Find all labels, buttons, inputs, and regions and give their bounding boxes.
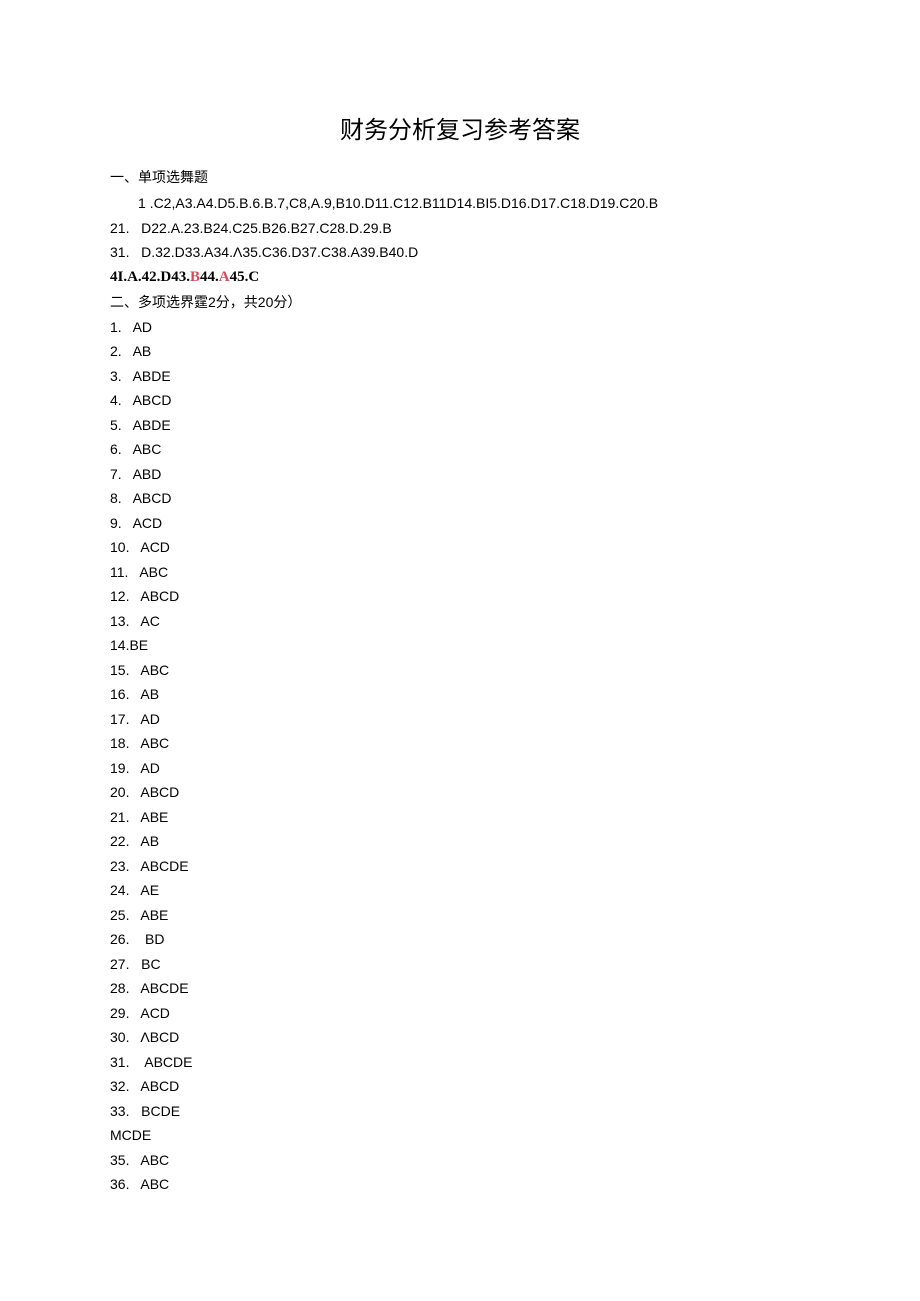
bold-text-red: A bbox=[219, 269, 230, 285]
answer-item: 35. ABC bbox=[110, 1148, 810, 1173]
section1-line: 1 .C2,A3.A4.D5.B.6.B.7,C8,A.9,B10.D11.C1… bbox=[110, 191, 810, 216]
answer-item: 16. AB bbox=[110, 682, 810, 707]
answer-item: 1. AD bbox=[110, 315, 810, 340]
bold-text-red: B bbox=[190, 269, 200, 285]
answer-item: 13. AC bbox=[110, 609, 810, 634]
answer-item: 20. ABCD bbox=[110, 780, 810, 805]
section2-header: 二、多项选界霆2分，共20分） bbox=[110, 290, 810, 315]
answer-item: 18. ABC bbox=[110, 731, 810, 756]
bold-text: 4I.A.42.D43. bbox=[110, 269, 190, 285]
answer-item: 27. BC bbox=[110, 952, 810, 977]
answer-item: 14.BE bbox=[110, 633, 810, 658]
answer-item: 10. ACD bbox=[110, 535, 810, 560]
answer-item: 22. AB bbox=[110, 829, 810, 854]
answer-item: 15. ABC bbox=[110, 658, 810, 683]
answer-item: 2. AB bbox=[110, 339, 810, 364]
answer-item: 26. BD bbox=[110, 927, 810, 952]
answer-item: 6. ABC bbox=[110, 437, 810, 462]
answer-item: 36. ABC bbox=[110, 1172, 810, 1197]
answer-item: 8. ABCD bbox=[110, 486, 810, 511]
document-page: 财务分析复习参考答案 一、单项选舞题 1 .C2,A3.A4.D5.B.6.B.… bbox=[0, 0, 920, 1257]
answer-item: 9. ACD bbox=[110, 511, 810, 536]
answer-item: 23. ABCDE bbox=[110, 854, 810, 879]
answer-item: 28. ABCDE bbox=[110, 976, 810, 1001]
page-title: 财务分析复习参考答案 bbox=[110, 110, 810, 145]
answer-item: 5. ABDE bbox=[110, 413, 810, 438]
section1-line: 21. D22.A.23.B24.C25.B26.B27.C28.D.29.B bbox=[110, 216, 810, 241]
answer-item: 7. ABD bbox=[110, 462, 810, 487]
section1-bold-line: 4I.A.42.D43.B44.A45.C bbox=[110, 265, 810, 291]
answer-item: 3. ABDE bbox=[110, 364, 810, 389]
answer-item: MCDE bbox=[110, 1123, 810, 1148]
answer-item: 4. ABCD bbox=[110, 388, 810, 413]
answer-item: 11. ABC bbox=[110, 560, 810, 585]
bold-text: 45.C bbox=[230, 269, 260, 285]
answer-item: 24. AE bbox=[110, 878, 810, 903]
section1-header: 一、单项选舞题 bbox=[110, 167, 810, 187]
answer-item: 19. AD bbox=[110, 756, 810, 781]
answer-item: 12. ABCD bbox=[110, 584, 810, 609]
answer-item: 33. BCDE bbox=[110, 1099, 810, 1124]
answer-item: 29. ACD bbox=[110, 1001, 810, 1026]
answer-item: 25. ABE bbox=[110, 903, 810, 928]
answer-item: 21. ABE bbox=[110, 805, 810, 830]
bold-text: 44. bbox=[200, 269, 219, 285]
answer-item: 30. ΛBCD bbox=[110, 1025, 810, 1050]
answer-item: 32. ABCD bbox=[110, 1074, 810, 1099]
section1-line: 31. D.32.D33.A34.Λ35.C36.D37.C38.A39.B40… bbox=[110, 240, 810, 265]
answer-item: 31. ABCDE bbox=[110, 1050, 810, 1075]
answer-item: 17. AD bbox=[110, 707, 810, 732]
